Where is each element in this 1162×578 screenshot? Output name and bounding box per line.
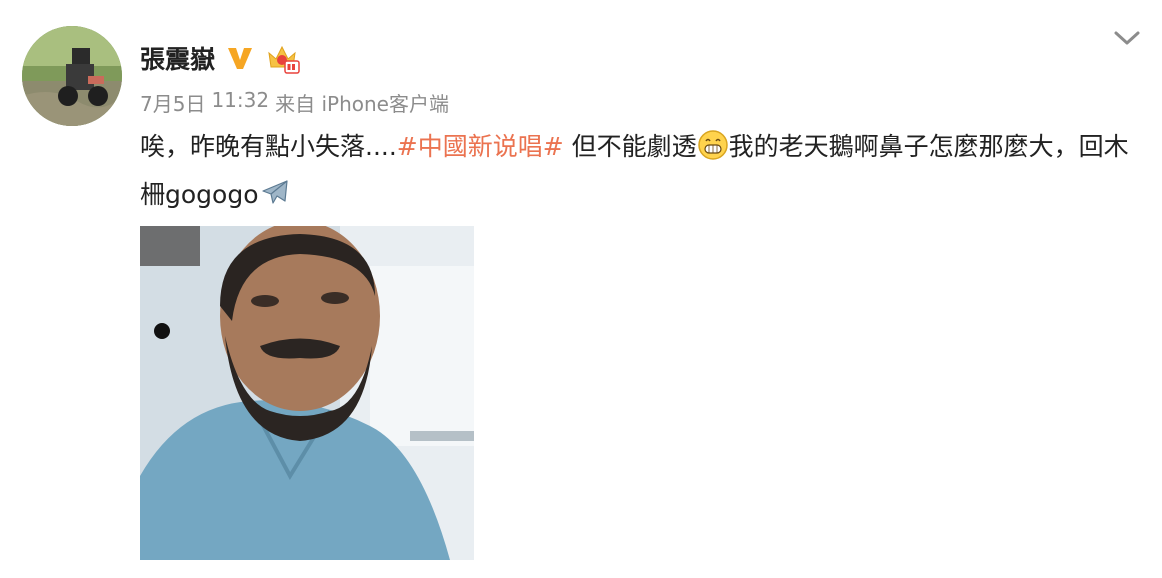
post-time[interactable]: 11:32 <box>211 88 269 117</box>
post-source: 来自 iPhone客户端 <box>275 92 449 116</box>
avatar-image <box>22 26 122 126</box>
verified-v-badge-icon <box>225 43 255 73</box>
post-text: 唉，昨晚有點小失落....#中國新说唱# 但不能劇透 我的老天鵝啊鼻子怎麼那麼大，… <box>140 126 1130 222</box>
selfie-photo <box>140 226 474 560</box>
hashtag-link[interactable]: #中國新说唱# <box>397 132 564 161</box>
post-date[interactable]: 7月5日 <box>140 88 205 117</box>
avatar[interactable] <box>22 26 122 126</box>
airplane-icon <box>259 177 291 222</box>
post-text-part2: 但不能劇透 <box>563 132 697 161</box>
chevron-down-icon[interactable] <box>1112 28 1142 48</box>
author-name[interactable]: 張震嶽 <box>140 40 215 76</box>
post-header: 張震嶽 <box>140 40 301 76</box>
crown-member-icon[interactable] <box>265 41 301 75</box>
weibo-post: 張震嶽 7月5日 11:32 来自 iPhone客户端 唉，昨晚有點小失落...… <box>0 0 1162 578</box>
grinning-face-icon <box>697 129 729 174</box>
post-text-part1: 唉，昨晚有點小失落.... <box>140 132 397 161</box>
post-meta: 7月5日 11:32 来自 iPhone客户端 <box>140 88 449 117</box>
post-image[interactable] <box>140 226 474 560</box>
